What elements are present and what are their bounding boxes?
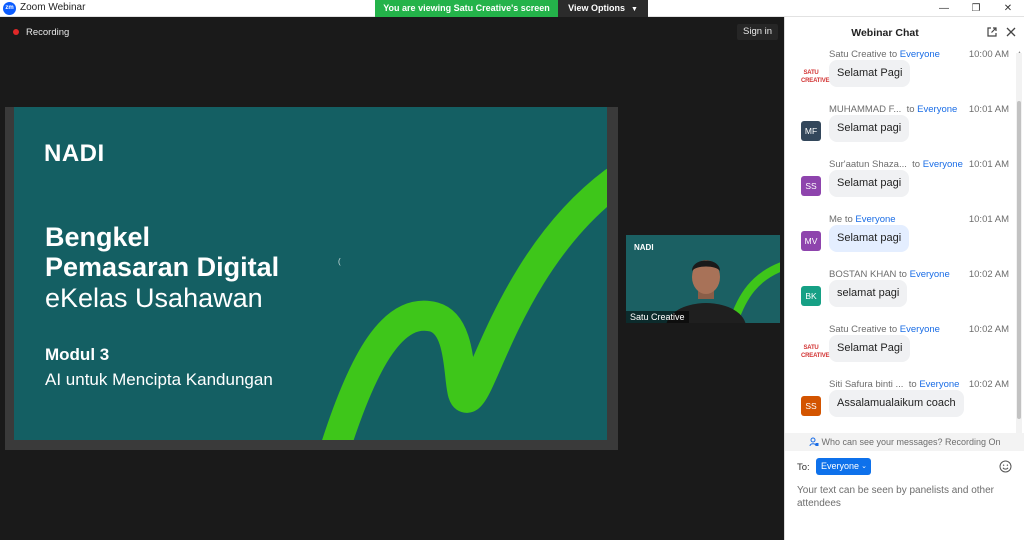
message-sender: Satu Creative: [829, 324, 887, 335]
chat-message: Siti Safura binti ... to Everyone 10:02 …: [785, 379, 1017, 433]
slide-module: Modul 3: [45, 345, 110, 364]
message-time: 10:02 AM: [968, 269, 1009, 280]
message-time: 10:01 AM: [968, 214, 1009, 225]
slide-title-line1: Bengkel: [45, 222, 151, 252]
view-options-label: View Options: [568, 3, 625, 13]
message-recipient[interactable]: Everyone: [855, 214, 895, 225]
view-options-button[interactable]: View Options ▼: [558, 0, 648, 17]
recipient-select[interactable]: Everyone ⌄: [816, 458, 871, 475]
message-bubble[interactable]: selamat pagi: [829, 280, 908, 307]
chat-composer: To: Everyone ⌄ Your text can be seen by p…: [785, 451, 1024, 540]
slide-logo: NADI: [44, 140, 105, 167]
chevron-down-icon: ▼: [630, 6, 638, 13]
chat-input[interactable]: Your text can be seen by panelists and o…: [797, 484, 1007, 510]
message-time: 10:02 AM: [968, 324, 1009, 335]
avatar: MF: [801, 121, 821, 141]
avatar: MV: [801, 231, 821, 251]
chat-message: Satu Creative to Everyone 10:00 AM SATU C…: [785, 49, 1017, 104]
emoji-icon[interactable]: [999, 460, 1012, 473]
slide-mark: (: [338, 257, 341, 266]
recording-label: Recording: [26, 26, 70, 38]
message-bubble[interactable]: Selamat pagi: [829, 225, 910, 252]
message-sender: Satu Creative: [829, 49, 887, 60]
message-recipient[interactable]: Everyone: [917, 104, 957, 115]
zoom-logo-icon: zm: [3, 2, 16, 15]
chat-title: Webinar Chat: [851, 27, 919, 39]
slide-title-line3: eKelas Usahawan: [45, 283, 263, 313]
popout-icon[interactable]: [986, 26, 998, 38]
message-sender: Sur'aatun Shaza...: [829, 159, 907, 170]
chat-message: MUHAMMAD F... to Everyone 10:01 AM MF Se…: [785, 104, 1017, 159]
message-recipient[interactable]: Everyone: [919, 379, 959, 390]
window-controls: — ❐ ✕: [928, 0, 1024, 17]
close-window-button[interactable]: ✕: [992, 0, 1024, 17]
slide-subtitle: AI untuk Mencipta Kandungan: [45, 370, 273, 389]
record-dot-icon: [13, 29, 19, 35]
message-bubble[interactable]: Selamat Pagi: [829, 335, 911, 362]
avatar: SS: [801, 176, 821, 196]
message-bubble[interactable]: Assalamualaikum coach: [829, 390, 964, 417]
recording-indicator[interactable]: Recording: [7, 24, 75, 40]
message-time: 10:01 AM: [968, 104, 1009, 115]
recipient-value: Everyone: [821, 461, 860, 471]
thumbnail-logo: NADI: [634, 243, 654, 252]
scrollbar-thumb[interactable]: [1017, 101, 1021, 419]
restore-button[interactable]: ❐: [960, 0, 992, 17]
message-sender: Me: [829, 214, 843, 225]
avatar: BK: [801, 286, 821, 306]
screen-share-banner: You are viewing Satu Creative's screen: [375, 0, 558, 17]
chat-message: BOSTAN KHAN to Everyone 10:02 AM BK sela…: [785, 269, 1017, 324]
minimize-button[interactable]: —: [928, 0, 960, 17]
chat-message-mine: Me to Everyone 10:01 AM MV Selamat pagi: [785, 214, 1017, 269]
message-time: 10:02 AM: [968, 379, 1009, 390]
privacy-notice[interactable]: Who can see your messages? Recording On: [785, 433, 1024, 451]
message-time: 10:01 AM: [968, 159, 1009, 170]
message-sender: MUHAMMAD F...: [829, 104, 902, 115]
message-bubble[interactable]: Selamat pagi: [829, 170, 910, 197]
chat-message: Sur'aatun Shaza... to Everyone 10:01 AM …: [785, 159, 1017, 214]
message-time: 10:00 AM: [968, 49, 1009, 60]
message-recipient[interactable]: Everyone: [923, 159, 963, 170]
privacy-notice-text: Who can see your messages? Recording On: [821, 437, 1001, 447]
message-recipient[interactable]: Everyone: [910, 269, 950, 280]
avatar: SATU CREATIVE: [801, 345, 830, 359]
message-sender: Siti Safura binti ...: [829, 379, 904, 390]
chat-scrollbar[interactable]: [1016, 53, 1022, 433]
app-title: Zoom Webinar: [20, 2, 86, 13]
speaker-name: Satu Creative: [626, 311, 689, 323]
avatar: SATU CREATIVE: [801, 70, 830, 84]
avatar: SS: [801, 396, 821, 416]
chat-message: Satu Creative to Everyone 10:02 AM SATU C…: [785, 324, 1017, 379]
message-bubble[interactable]: Selamat pagi: [829, 115, 910, 142]
message-recipient[interactable]: Everyone: [900, 49, 940, 60]
shared-slide: NADI Bengkel Pemasaran Digital eKelas Us…: [14, 107, 607, 440]
message-bubble[interactable]: Selamat Pagi: [829, 60, 911, 87]
speaker-video-thumbnail[interactable]: NADI Satu Creative: [626, 235, 780, 323]
message-sender: BOSTAN KHAN: [829, 269, 897, 280]
chat-header: Webinar Chat: [785, 17, 1024, 49]
sign-in-button[interactable]: Sign in: [737, 24, 779, 40]
webinar-chat-panel: Webinar Chat Satu Creative to Everyone 1…: [784, 17, 1024, 540]
slide-title-line2: Pemasaran Digital: [45, 252, 280, 282]
chat-message-list[interactable]: Satu Creative to Everyone 10:00 AM SATU C…: [785, 49, 1017, 433]
person-lock-icon: [809, 437, 819, 447]
message-recipient[interactable]: Everyone: [900, 324, 940, 335]
close-icon[interactable]: [1005, 26, 1017, 38]
chevron-down-icon: ⌄: [861, 463, 867, 470]
to-label: To:: [797, 462, 810, 473]
